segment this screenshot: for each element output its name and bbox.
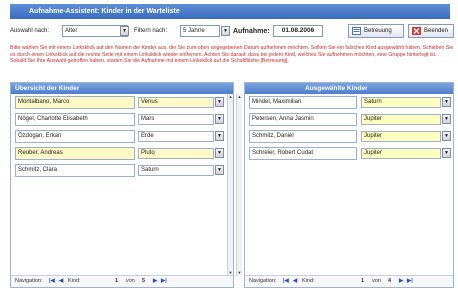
child-name[interactable]: Mindel, Maximilian	[249, 96, 357, 109]
group-select[interactable]: Jupiter	[361, 114, 441, 125]
group-select[interactable]: Venus	[138, 97, 214, 108]
group-select[interactable]: Mars	[138, 114, 214, 125]
current-page: 1	[115, 278, 119, 284]
scroll-down-icon[interactable]: ▼	[237, 270, 242, 276]
child-name[interactable]: Petersen, Anna Jasmin	[249, 113, 357, 126]
group-dropdown-icon[interactable]: ▼	[442, 148, 451, 158]
navigation-label: Navigation:	[15, 278, 43, 284]
group-dropdown-icon[interactable]: ▼	[215, 131, 224, 141]
pagination: Navigation: |◀ ◀ Kind: 1 von 5 ▶ ▶|	[11, 275, 233, 287]
group-dropdown-icon[interactable]: ▼	[215, 148, 224, 158]
group-dropdown-icon[interactable]: ▼	[215, 165, 224, 175]
group-select[interactable]: Jupiter	[361, 131, 441, 142]
previous-page-icon[interactable]: ◀	[59, 276, 63, 287]
group-dropdown-icon[interactable]: ▼	[215, 114, 224, 124]
previous-page-icon[interactable]: ◀	[293, 276, 297, 287]
care-button-label: Betreuung	[364, 28, 392, 34]
group-dropdown-icon[interactable]: ▼	[442, 131, 451, 141]
end-button-label: Beenden	[424, 28, 449, 34]
current-page: 1	[361, 278, 365, 284]
group-select[interactable]: Jupiter	[361, 148, 441, 159]
group-dropdown-icon[interactable]: ▼	[215, 97, 224, 107]
selected-children-title: Ausgewählte Kinder	[245, 83, 453, 94]
pagination: Navigation: |◀ ◀ Kind: 1 von 4 ▶ ▶|	[245, 275, 453, 287]
navigation-label: Navigation:	[249, 278, 277, 284]
toolbar: Auswahl nach: Alter ▼ Filtern nach: 5 Ja…	[10, 23, 454, 40]
first-page-icon[interactable]: |◀	[283, 276, 289, 287]
page-of-label: von	[372, 278, 381, 284]
group-select[interactable]: Pluto	[138, 148, 214, 159]
children-overview-panel: Übersicht der Kinder Montalbano, Marco V…	[10, 82, 234, 288]
window-title: Aufnahme-Assistent: Kinder in der Wartel…	[10, 4, 450, 19]
instruction-text: Bitte wählen Sie mit einem Linksklick au…	[10, 45, 454, 65]
admission-date-field[interactable]: 01.08.2006	[273, 25, 323, 37]
kind-label: Kind:	[302, 278, 315, 284]
admission-label: Aufnahme:	[233, 28, 270, 35]
end-button[interactable]: Beenden	[408, 24, 454, 38]
close-icon	[412, 27, 421, 35]
child-name[interactable]: Schmitz, Daniel	[249, 130, 357, 143]
child-name[interactable]: Montalbano, Marco	[15, 96, 135, 109]
child-name[interactable]: Schreier, Robert Cudat	[249, 147, 357, 160]
child-name[interactable]: Nögel, Charlotte Elisabeth	[15, 113, 135, 126]
group-select[interactable]: Erde	[138, 131, 214, 142]
scrollbar[interactable]: ▲ ▼	[236, 94, 242, 276]
group-dropdown-icon[interactable]: ▼	[442, 114, 451, 124]
child-name[interactable]: Özdogan, Erkan	[15, 130, 135, 143]
scroll-up-icon[interactable]: ▲	[228, 94, 233, 100]
sort-label: Auswahl nach:	[10, 28, 50, 34]
last-page-icon[interactable]: ▶|	[161, 276, 167, 287]
sort-dropdown-icon[interactable]: ▼	[120, 26, 129, 36]
group-select[interactable]: Saturn	[361, 97, 441, 108]
total-pages: 4	[388, 278, 392, 284]
total-pages: 5	[142, 278, 146, 284]
kind-label: Kind:	[68, 278, 81, 284]
filter-label: Filtern nach:	[134, 28, 168, 34]
filter-dropdown-icon[interactable]: ▼	[221, 26, 230, 36]
scrollbar[interactable]: ▲ ▼	[227, 94, 233, 276]
last-page-icon[interactable]: ▶|	[407, 276, 413, 287]
group-select[interactable]: Saturn	[138, 165, 214, 176]
child-name[interactable]: Schmitz, Clara	[15, 164, 135, 177]
care-button[interactable]: Betreuung	[348, 24, 404, 38]
selected-children-panel: Ausgewählte Kinder Mindel, Maximilian Sa…	[236, 82, 454, 288]
first-page-icon[interactable]: |◀	[49, 276, 55, 287]
child-name[interactable]: Reuber, Andreas	[15, 147, 135, 160]
next-page-icon[interactable]: ▶	[399, 276, 403, 287]
care-icon	[352, 27, 361, 35]
children-overview-title: Übersicht der Kinder	[11, 83, 233, 94]
filter-select[interactable]: 5 Jahr/e	[180, 25, 220, 37]
page-of-label: von	[126, 278, 135, 284]
sort-select[interactable]: Alter	[62, 25, 128, 37]
scroll-up-icon[interactable]: ▲	[237, 94, 242, 100]
next-page-icon[interactable]: ▶	[153, 276, 157, 287]
group-dropdown-icon[interactable]: ▼	[442, 97, 451, 107]
